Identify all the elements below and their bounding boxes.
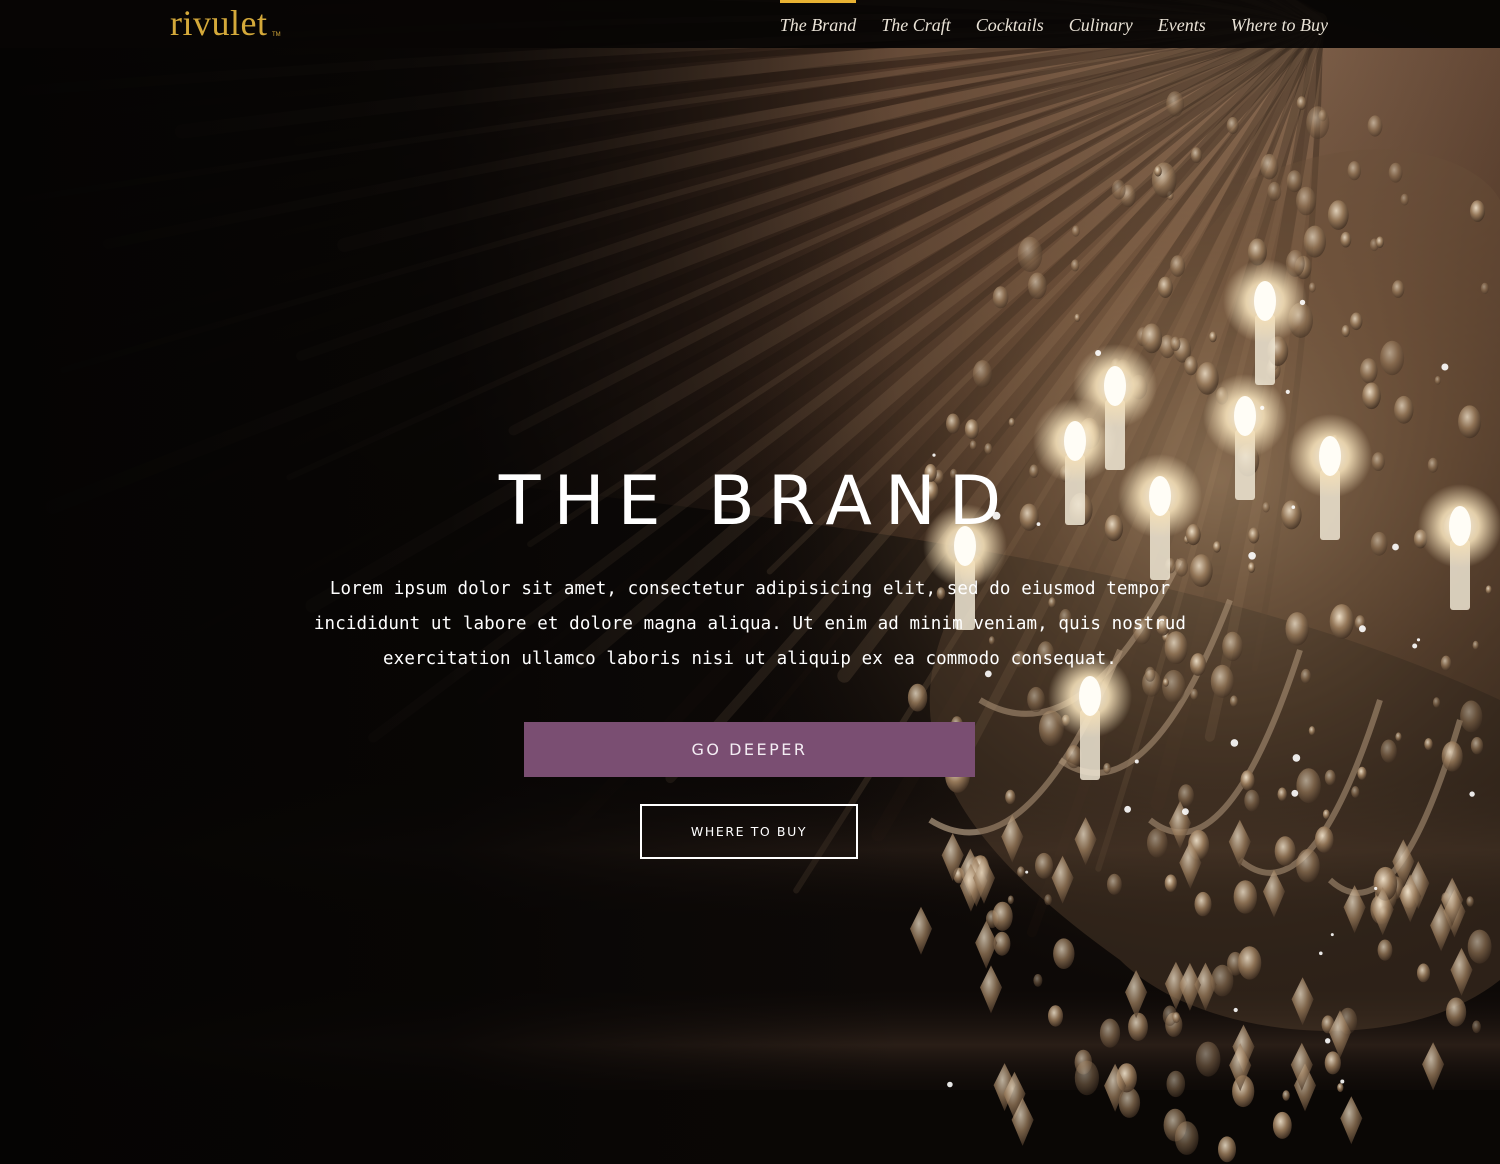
trademark-mark: TM: [272, 32, 281, 38]
page: rivulet TM The Brand The Craft Cocktails…: [0, 0, 1500, 1164]
go-deeper-button[interactable]: GO DEEPER: [524, 722, 975, 777]
nav-item-where-to-buy[interactable]: Where to Buy: [1231, 0, 1328, 48]
main-nav: The Brand The Craft Cocktails Culinary E…: [779, 0, 1328, 48]
hero-description: Lorem ipsum dolor sit amet, consectetur …: [313, 579, 1187, 669]
top-navigation-bar: rivulet TM The Brand The Craft Cocktails…: [0, 0, 1500, 48]
hero-section: THE BRAND Lorem ipsum dolor sit amet, co…: [0, 0, 1500, 1164]
where-to-buy-button[interactable]: WHERE TO BUY: [640, 804, 858, 859]
nav-item-the-brand[interactable]: The Brand: [779, 0, 856, 48]
hero-title: THE BRAND: [498, 462, 1015, 541]
nav-item-the-craft[interactable]: The Craft: [881, 0, 951, 48]
nav-item-cocktails[interactable]: Cocktails: [976, 0, 1044, 48]
nav-item-events[interactable]: Events: [1158, 0, 1206, 48]
nav-item-culinary[interactable]: Culinary: [1069, 0, 1133, 48]
brand-logo[interactable]: rivulet: [170, 3, 267, 43]
